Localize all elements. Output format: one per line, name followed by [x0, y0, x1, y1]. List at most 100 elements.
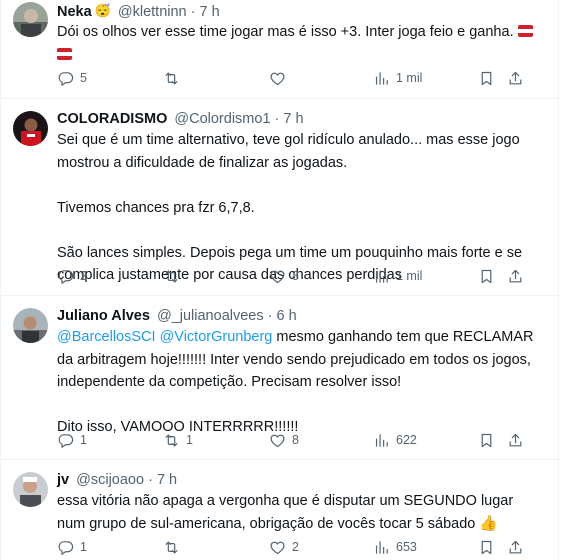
tweet-actions: 1 2 653 — [57, 537, 527, 557]
avatar[interactable] — [13, 111, 48, 146]
separator: · — [267, 308, 273, 324]
views-button[interactable]: 622 — [373, 430, 417, 450]
bookmark-button[interactable] — [478, 430, 495, 450]
bookmark-icon — [478, 539, 495, 556]
tweet-paragraph: Tivemos chances pra fzr 6,7,8. — [57, 199, 255, 216]
share-icon — [507, 539, 524, 556]
author-handle[interactable]: @Colordismo1 — [174, 111, 270, 127]
timestamp[interactable]: 6 h — [277, 308, 297, 324]
reply-button[interactable]: 2 — [57, 266, 87, 286]
views-count: 1 mil — [396, 71, 423, 85]
views-button[interactable]: 653 — [373, 537, 417, 557]
share-button[interactable] — [507, 430, 524, 450]
bookmark-icon — [478, 432, 495, 449]
reply-icon — [57, 70, 74, 87]
like-count: 8 — [292, 433, 299, 447]
tweet-text-body: essa vitória não apaga a vergonha que é … — [57, 493, 514, 532]
reply-button[interactable]: 5 — [57, 68, 87, 88]
flag-icon — [517, 25, 533, 37]
like-icon — [269, 432, 286, 449]
views-icon — [373, 432, 390, 449]
like-count: 8 — [292, 269, 299, 283]
author-name[interactable]: Juliano Alves — [57, 308, 150, 324]
avatar[interactable] — [13, 2, 48, 37]
timestamp[interactable]: 7 h — [157, 472, 177, 488]
views-count: 622 — [396, 433, 417, 447]
share-icon — [507, 432, 524, 449]
tweet-juliano-alves[interactable]: Juliano Alves @_julianoalvees · 6 h @Bar… — [0, 296, 559, 460]
retweet-icon — [163, 432, 180, 449]
tweet-text: Sei que é um time alternativo, teve gol … — [57, 129, 545, 287]
like-button[interactable]: 8 — [269, 266, 299, 286]
reply-count: 5 — [80, 71, 87, 85]
author-name[interactable]: Neka — [57, 4, 92, 20]
reply-count: 2 — [80, 269, 87, 283]
tweet-jv[interactable]: jv @scijoaoo · 7 h essa vitória não apag… — [0, 460, 559, 560]
bookmark-icon — [478, 268, 495, 285]
author-name[interactable]: jv — [57, 472, 69, 488]
bookmark-icon — [478, 70, 495, 87]
avatar[interactable] — [13, 308, 48, 343]
retweet-button[interactable] — [163, 266, 186, 286]
like-count: 2 — [292, 540, 299, 554]
bookmark-button[interactable] — [478, 68, 495, 88]
share-button[interactable] — [507, 266, 524, 286]
tweet-text: essa vitória não apaga a vergonha que é … — [57, 490, 545, 535]
separator: · — [190, 4, 196, 20]
reply-button[interactable]: 1 — [57, 537, 87, 557]
avatar[interactable] — [13, 472, 48, 507]
author-handle[interactable]: @_julianoalvees — [157, 308, 264, 324]
retweet-icon — [163, 70, 180, 87]
author-handle[interactable]: @klettninn — [118, 4, 187, 20]
timestamp[interactable]: 7 h — [283, 111, 303, 127]
reply-button[interactable]: 1 — [57, 430, 87, 450]
name-emoji: 😴 — [94, 3, 111, 18]
like-icon — [269, 70, 286, 87]
retweet-button[interactable] — [163, 68, 186, 88]
views-count: 653 — [396, 540, 417, 554]
views-icon — [373, 539, 390, 556]
views-count: 1 mil — [396, 269, 423, 283]
tweet-coloradismo[interactable]: COLORADISMO @Colordismo1 · 7 h Sei que é… — [0, 99, 559, 296]
author-name[interactable]: COLORADISMO — [57, 111, 167, 127]
reply-icon — [57, 432, 74, 449]
reply-icon — [57, 268, 74, 285]
like-button[interactable]: 2 — [269, 537, 299, 557]
tweet-text-body: Dói os olhos ver esse time jogar mas é i… — [57, 24, 514, 40]
tweet-actions: 1 1 8 622 — [57, 430, 527, 450]
tweet-paragraph: Sei que é um time alternativo, teve gol … — [57, 132, 520, 171]
views-icon — [373, 268, 390, 285]
mention-link[interactable]: @BarcellosSCI — [57, 329, 156, 345]
tweet-text: @BarcellosSCI @VictorGrunberg mesmo ganh… — [57, 326, 545, 439]
share-button[interactable] — [507, 537, 524, 557]
reply-count: 1 — [80, 540, 87, 554]
tweet-actions: 2 8 1 mil — [57, 266, 527, 286]
thumbs-up-emoji: 👍 — [479, 514, 499, 532]
author-handle[interactable]: @scijoaoo — [76, 472, 144, 488]
views-button[interactable]: 1 mil — [373, 68, 422, 88]
share-button[interactable] — [507, 68, 524, 88]
share-icon — [507, 268, 524, 285]
tweet-text: Dói os olhos ver esse time jogar mas é i… — [57, 21, 545, 66]
like-icon — [269, 268, 286, 285]
views-button[interactable]: 1 mil — [373, 266, 422, 286]
retweet-icon — [163, 268, 180, 285]
reply-icon — [57, 539, 74, 556]
timestamp[interactable]: 7 h — [200, 4, 220, 20]
retweet-button[interactable]: 1 — [163, 430, 193, 450]
bookmark-button[interactable] — [478, 266, 495, 286]
like-icon — [269, 539, 286, 556]
retweet-button[interactable] — [163, 537, 186, 557]
like-button[interactable]: 8 — [269, 430, 299, 450]
retweet-count: 1 — [186, 433, 193, 447]
like-button[interactable] — [269, 68, 292, 88]
tweet-neka[interactable]: Neka 😴 @klettninn · 7 h Dói os olhos ver … — [0, 0, 559, 99]
flag-icon — [57, 47, 72, 60]
mention-link[interactable]: @VictorGrunberg — [160, 329, 273, 345]
separator: · — [274, 111, 280, 127]
bookmark-button[interactable] — [478, 537, 495, 557]
views-icon — [373, 70, 390, 87]
separator: · — [148, 472, 153, 488]
reply-count: 1 — [80, 433, 87, 447]
retweet-icon — [163, 539, 180, 556]
